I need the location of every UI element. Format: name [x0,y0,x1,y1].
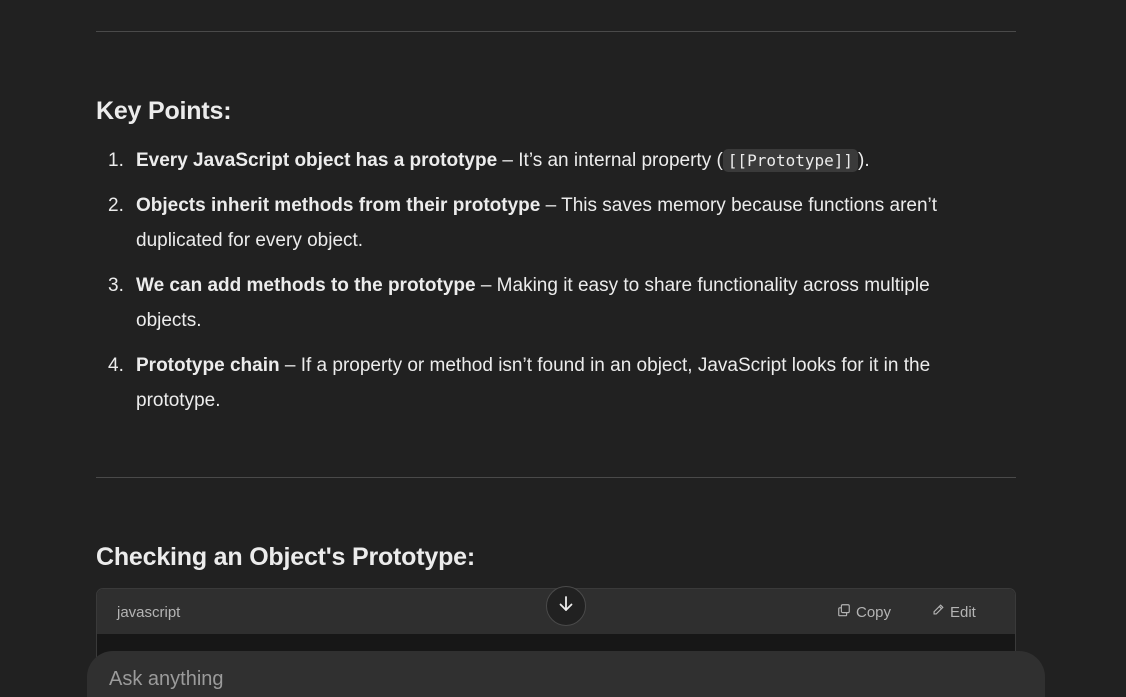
copy-code-button[interactable]: Copy [837,603,891,621]
key-points-heading: Key Points: [96,97,232,125]
checking-prototype-heading: Checking an Object's Prototype: [96,543,475,571]
list-item: 3. We can add methods to the prototype –… [96,268,996,338]
edit-label: Edit [950,603,976,621]
divider-top [96,31,1016,32]
list-number: 4. [108,355,124,376]
copy-icon [837,603,851,621]
message-composer [87,651,1045,697]
list-item-bold: Prototype chain [136,355,280,376]
list-item-bold: Objects inherit methods from their proto… [136,195,541,216]
list-item: 1. Every JavaScript object has a prototy… [96,143,996,178]
list-item-bold: Every JavaScript object has a prototype [136,150,498,171]
list-item-text: ). [858,150,870,171]
scroll-to-bottom-button[interactable] [546,586,586,626]
key-points-list: 1. Every JavaScript object has a prototy… [96,143,996,428]
code-language-label: javascript [117,604,181,621]
list-item: 2. Objects inherit methods from their pr… [96,188,996,258]
list-item-bold: We can add methods to the prototype [136,275,476,296]
pencil-icon [931,603,945,621]
list-number: 1. [108,150,124,171]
copy-label: Copy [856,603,892,621]
divider-middle [96,477,1016,478]
list-item-text: – It’s an internal property ( [497,150,723,171]
list-number: 2. [108,195,124,216]
edit-code-button[interactable]: Edit [931,603,976,621]
list-number: 3. [108,275,124,296]
inline-code: [[Prototype]] [722,149,859,172]
prompt-input[interactable] [107,667,1011,692]
list-item: 4. Prototype chain – If a property or me… [96,348,996,418]
chat-page: Key Points: 1. Every JavaScript object h… [0,0,1126,697]
arrow-down-icon [556,594,576,619]
